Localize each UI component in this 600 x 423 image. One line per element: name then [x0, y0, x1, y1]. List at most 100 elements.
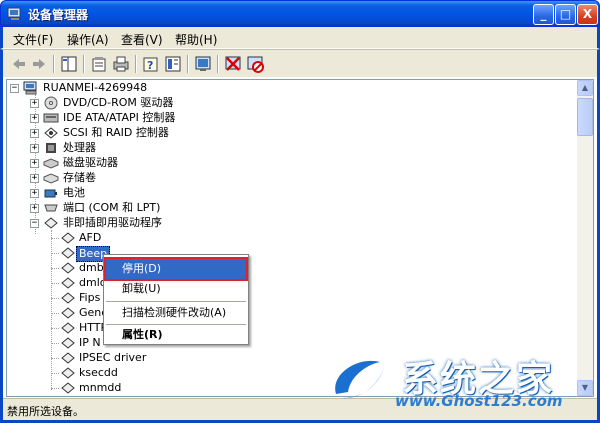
tree-category[interactable]: + 电池	[7, 186, 307, 201]
expand-icon[interactable]: +	[30, 99, 39, 108]
scroll-thumb[interactable]	[577, 98, 593, 136]
tree-child[interactable]: AFD	[7, 231, 207, 246]
tree-guide-line	[51, 358, 59, 359]
uninstall-icon[interactable]	[223, 54, 243, 74]
tree-guide-line	[51, 343, 59, 344]
toolbar-separator	[53, 55, 55, 73]
back-icon[interactable]	[9, 54, 29, 74]
dvd-drive-icon	[44, 96, 58, 110]
battery-icon	[44, 189, 57, 198]
maximize-button[interactable]: □	[555, 4, 576, 25]
tree-category[interactable]: + DVD/CD-ROM 驱动器	[7, 96, 307, 111]
toolbar-separator	[135, 55, 137, 73]
driver-icon	[61, 247, 75, 259]
driver-icon	[61, 262, 75, 274]
tree-category[interactable]: + 端口 (COM 和 LPT)	[7, 201, 307, 216]
disable-icon[interactable]	[245, 54, 265, 74]
menu-help[interactable]: 帮助(H)	[175, 31, 217, 48]
tree-category[interactable]: − 非即插即用驱动程序	[7, 216, 307, 231]
driver-icon	[44, 217, 58, 229]
title-bar: 设备管理器 _ □ X	[0, 0, 600, 27]
driver-icon	[61, 232, 75, 244]
tree-guide-line	[51, 388, 59, 389]
tree-guide-line	[51, 313, 59, 314]
driver-label: mnmdd	[79, 381, 122, 394]
tree-guide-line	[51, 238, 59, 239]
scroll-up-icon[interactable]: ▲	[577, 80, 593, 96]
category-label: SCSI 和 RAID 控制器	[63, 126, 169, 139]
menu-scan-hardware[interactable]: 扫描检测硬件改动(A)	[106, 303, 246, 323]
tree-root[interactable]: − RUANMEI-4269948	[7, 81, 207, 96]
expand-icon[interactable]: +	[30, 204, 39, 213]
tree-guide-line	[51, 373, 59, 374]
menu-bar: 文件(F) 操作(A) 查看(V) 帮助(H)	[0, 27, 600, 49]
tree-root-label: RUANMEI-4269948	[43, 81, 148, 94]
driver-icon	[61, 292, 75, 304]
category-label: 存储卷	[63, 171, 96, 184]
device-manager-icon	[7, 7, 21, 20]
driver-label: AFD	[79, 231, 102, 244]
category-label: DVD/CD-ROM 驱动器	[63, 96, 174, 109]
category-label: 处理器	[63, 141, 96, 154]
expand-icon[interactable]: +	[30, 174, 39, 183]
menu-uninstall[interactable]: 卸载(U)	[106, 279, 246, 299]
print-icon[interactable]	[111, 54, 131, 74]
tree-category[interactable]: + 处理器	[7, 141, 307, 156]
tree-view-icon[interactable]	[59, 54, 79, 74]
status-text: 禁用所选设备。	[7, 405, 84, 418]
tree-category[interactable]: + IDE ATA/ATAPI 控制器	[7, 111, 307, 126]
toolbar: ?	[0, 49, 600, 77]
driver-label: IPSEC driver	[79, 351, 147, 364]
category-label: 电池	[63, 186, 85, 199]
menu-view[interactable]: 查看(V)	[121, 31, 163, 48]
tree-child[interactable]: ksecdd	[7, 366, 207, 381]
watermark-logo-icon	[335, 360, 384, 399]
watermark-url: www.Ghost123.com	[395, 392, 563, 410]
expand-icon[interactable]: +	[30, 189, 39, 198]
category-label: 磁盘驱动器	[63, 156, 118, 169]
tree-guide-line	[51, 328, 59, 329]
driver-label: IP N	[79, 336, 101, 349]
tree-guide-line	[51, 253, 59, 254]
tree-category[interactable]: + SCSI 和 RAID 控制器	[7, 126, 307, 141]
scsi-controller-icon	[44, 127, 58, 139]
driver-label: Fips	[79, 291, 101, 304]
menu-action[interactable]: 操作(A)	[67, 31, 109, 48]
scan-icon[interactable]	[193, 54, 213, 74]
tree-guide-line	[51, 283, 59, 284]
driver-icon	[61, 367, 75, 379]
help-icon[interactable]: ?	[141, 54, 161, 74]
svg-text:?: ?	[147, 59, 153, 72]
toolbar-separator	[83, 55, 85, 73]
tree-child[interactable]: mnmdd	[7, 381, 207, 396]
menu-properties[interactable]: 属性(R)	[106, 325, 246, 345]
properties-icon[interactable]	[89, 54, 109, 74]
context-menu: 停用(D) 卸载(U) 扫描检测硬件改动(A) 属性(R)	[103, 254, 249, 345]
collapse-icon[interactable]: −	[30, 219, 39, 228]
driver-icon	[61, 277, 75, 289]
tree-child[interactable]: IPSEC driver	[7, 351, 207, 366]
menu-disable[interactable]: 停用(D)	[104, 257, 248, 281]
tree-category[interactable]: + 存储卷	[7, 171, 307, 186]
expand-icon[interactable]: +	[30, 129, 39, 138]
menu-file[interactable]: 文件(F)	[13, 31, 53, 48]
close-button[interactable]: X	[577, 4, 598, 25]
window-frame-left	[0, 77, 3, 423]
expand-icon[interactable]: +	[30, 114, 39, 123]
forward-icon[interactable]	[29, 54, 49, 74]
expand-icon[interactable]: +	[30, 144, 39, 153]
scroll-down-icon[interactable]: ▼	[577, 380, 593, 396]
driver-icon	[61, 382, 75, 394]
port-icon	[44, 204, 58, 212]
driver-label: ksecdd	[79, 366, 118, 379]
menu-separator	[106, 301, 246, 302]
tree-category[interactable]: + 磁盘驱动器	[7, 156, 307, 171]
collapse-icon[interactable]: −	[10, 84, 19, 93]
expand-icon[interactable]: +	[30, 159, 39, 168]
minimize-button[interactable]: _	[533, 4, 554, 25]
tree-guide-line	[51, 268, 59, 269]
vertical-scrollbar[interactable]: ▲ ▼	[577, 80, 593, 396]
driver-icon	[61, 352, 75, 364]
driver-icon	[61, 337, 75, 349]
details-icon[interactable]	[163, 54, 183, 74]
